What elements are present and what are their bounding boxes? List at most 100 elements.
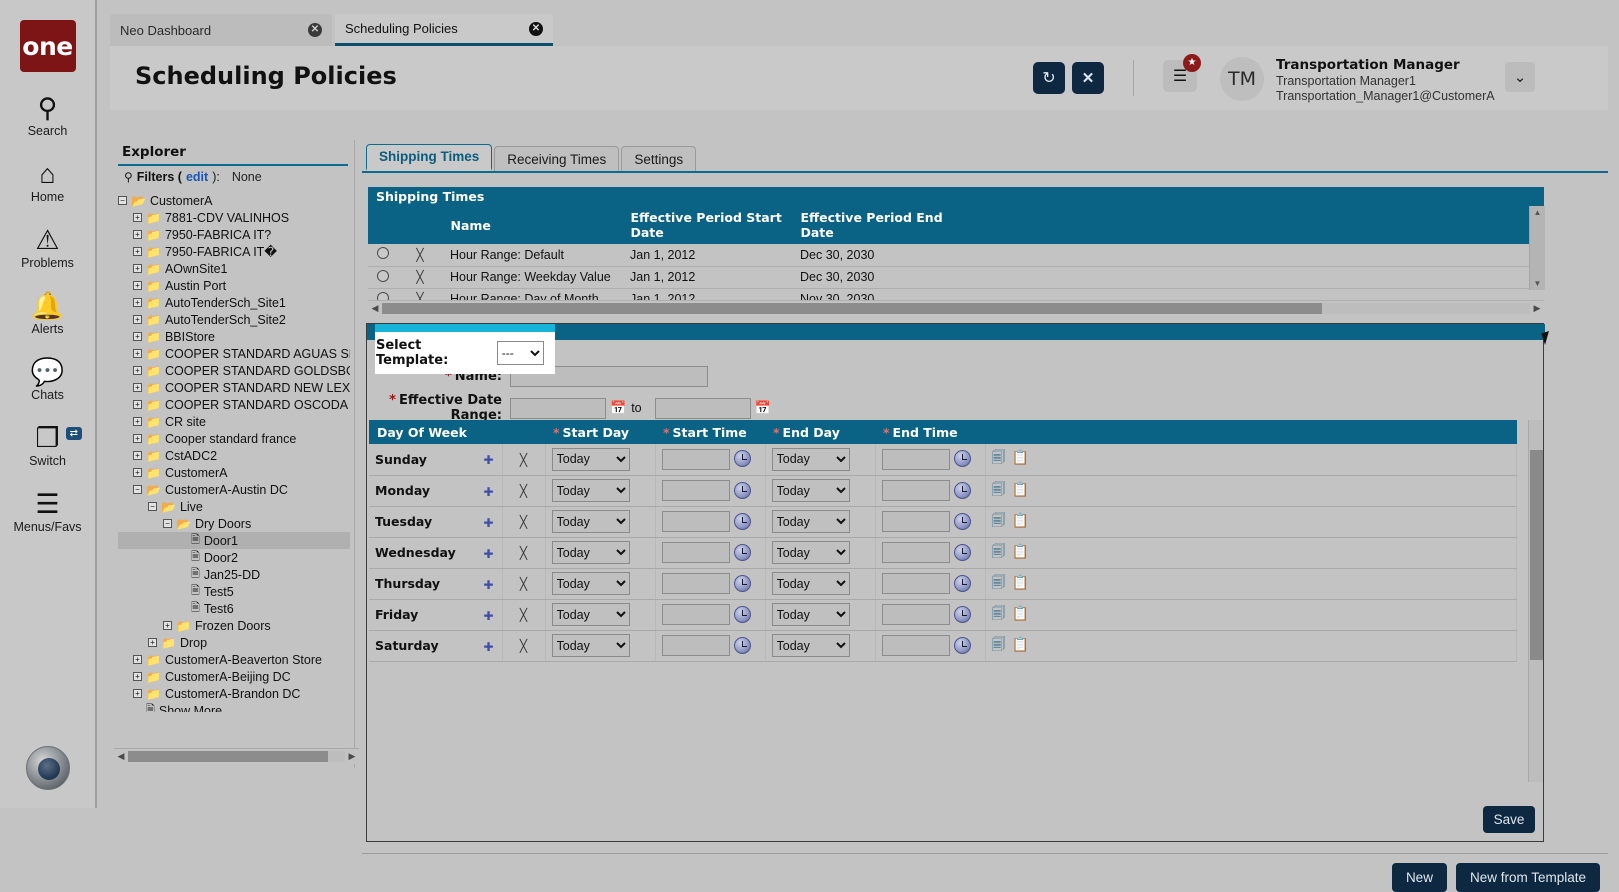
tree-node[interactable]: −📂Live bbox=[118, 498, 350, 515]
tree-node[interactable]: +📁COOPER STANDARD NEW LEXINGTON bbox=[118, 379, 350, 396]
expand-icon[interactable]: + bbox=[133, 349, 142, 358]
delete-x-icon[interactable]: ╳ bbox=[520, 608, 527, 622]
start-day-dropdown[interactable]: Today bbox=[552, 448, 630, 471]
start-time-input[interactable] bbox=[662, 604, 730, 625]
expand-icon[interactable]: + bbox=[133, 451, 142, 460]
paste-icon[interactable]: 📋 bbox=[1012, 605, 1029, 621]
table-row[interactable]: ╳Hour Range: Weekday ValueJan 1, 2012Dec… bbox=[368, 266, 1544, 288]
paste-icon[interactable]: 📋 bbox=[1012, 449, 1029, 465]
copy-icon[interactable]: 🗐 bbox=[992, 636, 1006, 652]
delete-x-icon[interactable]: ╳ bbox=[520, 577, 527, 591]
new-button[interactable]: New bbox=[1392, 863, 1447, 892]
tree-node[interactable]: +📁CstADC2 bbox=[118, 447, 350, 464]
end-day-dropdown[interactable]: Today bbox=[772, 541, 850, 564]
shipping-times-horizontal-scrollbar[interactable]: ◀ ▶ bbox=[368, 300, 1544, 316]
expand-icon[interactable]: + bbox=[133, 672, 142, 681]
start-time-input[interactable] bbox=[662, 635, 730, 656]
tree-node[interactable]: +📁AutoTenderSch_Site2 bbox=[118, 311, 350, 328]
tree-node[interactable]: +📁Frozen Doors bbox=[118, 617, 350, 634]
tree-node[interactable]: +📁Austin Port bbox=[118, 277, 350, 294]
calendar-icon-end[interactable]: 📅 bbox=[755, 400, 771, 416]
clock-icon[interactable] bbox=[954, 513, 971, 530]
end-day-dropdown[interactable]: Today bbox=[772, 448, 850, 471]
delete-x-icon[interactable]: ╳ bbox=[520, 484, 527, 498]
scroll-right-arrow-icon[interactable]: ▶ bbox=[345, 751, 359, 762]
start-time-input[interactable] bbox=[662, 449, 730, 470]
day-of-week-vertical-scrollbar[interactable] bbox=[1528, 420, 1543, 782]
scroll-track[interactable] bbox=[382, 303, 1530, 314]
expand-icon[interactable]: + bbox=[148, 638, 157, 647]
row-select-radio[interactable] bbox=[377, 270, 389, 282]
paste-icon[interactable]: 📋 bbox=[1012, 512, 1029, 528]
save-button[interactable]: Save bbox=[1483, 806, 1535, 833]
tree-node[interactable]: −📂CustomerA bbox=[118, 192, 350, 209]
expand-icon[interactable]: + bbox=[133, 247, 142, 256]
table-row[interactable]: ╳Hour Range: DefaultJan 1, 2012Dec 30, 2… bbox=[368, 244, 1544, 266]
copy-icon[interactable]: 🗐 bbox=[992, 605, 1006, 621]
add-row-plus-icon[interactable]: ✚ bbox=[483, 547, 493, 561]
clock-icon[interactable] bbox=[954, 482, 971, 499]
explorer-horizontal-scrollbar[interactable]: ◀ ▶ bbox=[114, 748, 359, 764]
effective-date-end-input[interactable] bbox=[655, 398, 751, 419]
add-row-plus-icon[interactable]: ✚ bbox=[483, 578, 493, 592]
add-row-plus-icon[interactable]: ✚ bbox=[483, 609, 493, 623]
rail-item-problems[interactable]: ⚠Problems bbox=[0, 226, 96, 270]
tree-node[interactable]: +📁CustomerA-Brandon DC bbox=[118, 685, 350, 702]
add-row-plus-icon[interactable]: ✚ bbox=[483, 516, 493, 530]
scroll-left-arrow-icon[interactable]: ◀ bbox=[114, 751, 128, 762]
tree-node[interactable]: 🗎Show More... bbox=[118, 702, 350, 712]
collapse-icon[interactable]: − bbox=[148, 502, 157, 511]
end-day-dropdown[interactable]: Today bbox=[772, 479, 850, 502]
scroll-track[interactable] bbox=[128, 751, 345, 762]
start-time-input[interactable] bbox=[662, 480, 730, 501]
expand-icon[interactable]: + bbox=[133, 655, 142, 664]
refresh-icon-button[interactable]: ↻ bbox=[1033, 62, 1065, 94]
add-row-plus-icon[interactable]: ✚ bbox=[483, 640, 493, 654]
close-icon-button[interactable]: ✕ bbox=[1072, 62, 1104, 94]
end-day-dropdown[interactable]: Today bbox=[772, 572, 850, 595]
tree-node[interactable]: +📁7881-CDV VALINHOS bbox=[118, 209, 350, 226]
close-icon[interactable]: ✕ bbox=[308, 23, 322, 37]
delete-x-icon[interactable]: ╳ bbox=[416, 248, 423, 262]
clock-icon[interactable] bbox=[954, 450, 971, 467]
tree-node[interactable]: +📁CustomerA bbox=[118, 464, 350, 481]
collapse-icon[interactable]: − bbox=[133, 485, 142, 494]
tree-node[interactable]: +📁Cooper standard france bbox=[118, 430, 350, 447]
tree-node[interactable]: +📁CR site bbox=[118, 413, 350, 430]
tree-node[interactable]: −📂Dry Doors bbox=[118, 515, 350, 532]
chevron-down-icon[interactable]: ⌄ bbox=[1505, 62, 1535, 92]
tree-node[interactable]: 🗎Door1 bbox=[118, 532, 350, 549]
calendar-icon-start[interactable]: 📅 bbox=[610, 400, 626, 416]
expand-icon[interactable]: + bbox=[133, 400, 142, 409]
start-time-input[interactable] bbox=[662, 542, 730, 563]
tree-node[interactable]: 🗎Jan25-DD bbox=[118, 566, 350, 583]
start-day-dropdown[interactable]: Today bbox=[552, 603, 630, 626]
rail-item-search[interactable]: ⚲Search bbox=[0, 94, 96, 138]
tree-node[interactable]: +📁AutoTenderSch_Site1 bbox=[118, 294, 350, 311]
end-time-input[interactable] bbox=[882, 449, 950, 470]
paste-icon[interactable]: 📋 bbox=[1012, 636, 1029, 652]
tree-node[interactable]: 🗎Test5 bbox=[118, 583, 350, 600]
start-day-dropdown[interactable]: Today bbox=[552, 634, 630, 657]
expand-icon[interactable]: + bbox=[133, 281, 142, 290]
expand-icon[interactable]: + bbox=[163, 621, 172, 630]
select-template-dropdown[interactable]: --- bbox=[497, 341, 544, 365]
tab-receiving-times[interactable]: Receiving Times bbox=[494, 146, 619, 171]
browser-tab-1[interactable]: Scheduling Policies✕ bbox=[335, 14, 553, 46]
close-icon[interactable]: ✕ bbox=[529, 22, 543, 36]
app-logo[interactable]: one bbox=[20, 20, 76, 72]
delete-x-icon[interactable]: ╳ bbox=[520, 639, 527, 653]
expand-icon[interactable]: + bbox=[133, 383, 142, 392]
tab-shipping-times[interactable]: Shipping Times bbox=[366, 144, 492, 171]
filters-edit-link[interactable]: edit bbox=[186, 170, 208, 184]
clock-icon[interactable] bbox=[954, 575, 971, 592]
clock-icon[interactable] bbox=[954, 606, 971, 623]
copy-icon[interactable]: 🗐 bbox=[992, 574, 1006, 590]
browser-tab-0[interactable]: Neo Dashboard✕ bbox=[110, 14, 332, 46]
assistant-orb-icon[interactable] bbox=[26, 746, 70, 790]
copy-icon[interactable]: 🗐 bbox=[992, 543, 1006, 559]
expand-icon[interactable]: + bbox=[133, 213, 142, 222]
rail-item-home[interactable]: ⌂Home bbox=[0, 160, 96, 204]
clock-icon[interactable] bbox=[734, 450, 751, 467]
clock-icon[interactable] bbox=[734, 544, 751, 561]
